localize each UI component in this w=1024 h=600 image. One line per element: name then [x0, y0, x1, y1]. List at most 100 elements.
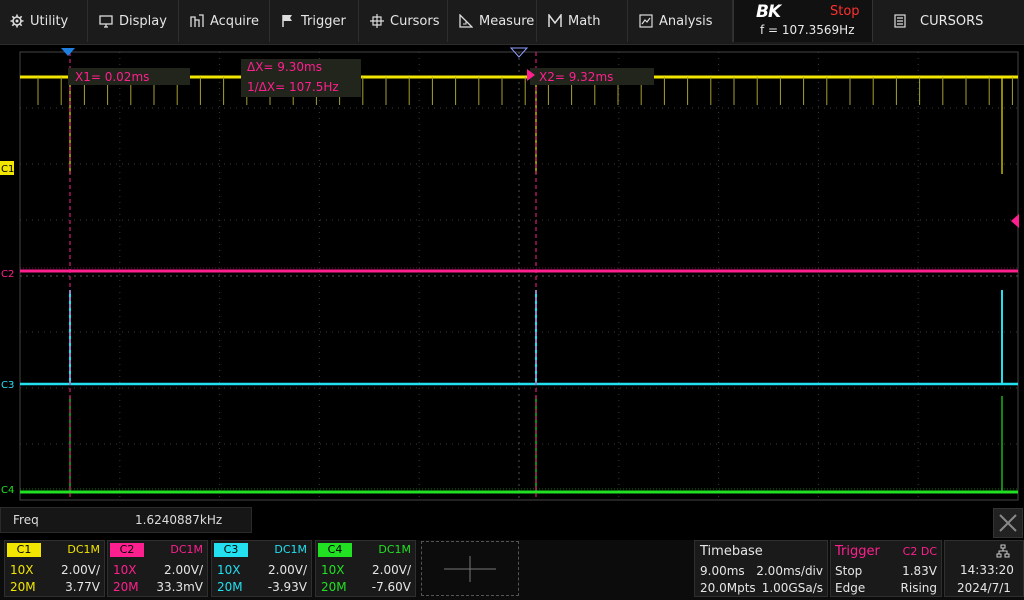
- menu-bar: Utility Display Acquire Trigger Cursors …: [0, 0, 1024, 45]
- channel-c4-coupling: DC1M: [378, 543, 411, 556]
- channel-c2-offset: 33.3mV: [156, 580, 203, 594]
- cursor-x2-readout: X2= 9.32ms: [539, 70, 613, 84]
- channel-c3-probe: 10X: [217, 563, 241, 577]
- measurement-label: Freq: [13, 513, 39, 527]
- cursors-panel-button[interactable]: CURSORS: [876, 0, 1024, 42]
- trigger-panel[interactable]: Trigger C2 DC Stop 1.83V Edge Rising: [830, 540, 942, 597]
- channel-c2-bandwidth: 20M: [113, 580, 139, 594]
- menu-measure[interactable]: Measure: [449, 0, 537, 42]
- run-status-panel[interactable]: BK Stop f = 107.3569Hz: [733, 0, 873, 42]
- channel-c1-scale: 2.00V/: [61, 563, 100, 577]
- menu-analysis-label: Analysis: [659, 13, 713, 29]
- timebase-sample-rate: 1.00GSa/s: [761, 581, 823, 595]
- channel-c2-coupling: DC1M: [170, 543, 203, 556]
- channel-c2-scale: 2.00V/: [164, 563, 203, 577]
- menu-utility[interactable]: Utility: [0, 0, 88, 42]
- menu-acquire-label: Acquire: [210, 13, 259, 29]
- timebase-scale: 2.00ms/div: [756, 564, 823, 578]
- menu-display[interactable]: Display: [89, 0, 179, 42]
- channel-c3-tag: C3: [214, 543, 248, 557]
- channel-c3-panel[interactable]: C3 DC1M 10X 2.00V/ 20M -3.93V: [211, 540, 312, 597]
- channel-marker-c3[interactable]: C3: [1, 380, 14, 391]
- timebase-delay: 9.00ms: [700, 564, 745, 578]
- trigger-level: 1.83V: [902, 564, 937, 578]
- menu-math[interactable]: Math: [538, 0, 628, 42]
- menu-trigger[interactable]: Trigger: [271, 0, 359, 42]
- channel-c2-tag: C2: [110, 543, 144, 557]
- channel-c4-bandwidth: 20M: [321, 580, 347, 594]
- trigger-type: Edge: [835, 581, 866, 595]
- waveform-display[interactable]: X1= 0.02ms X2= 9.32ms ΔX= 9.30ms 1/ΔX= 1…: [0, 44, 1024, 504]
- add-channel-slot[interactable]: [421, 541, 519, 596]
- menu-display-label: Display: [119, 13, 167, 29]
- trigger-state: Stop: [835, 564, 863, 578]
- channel-c3-offset: -3.93V: [267, 580, 307, 594]
- trigger-level-marker[interactable]: [1011, 214, 1019, 228]
- channel-marker-c2-label: C2: [1, 269, 14, 280]
- channel-c1-coupling: DC1M: [67, 543, 100, 556]
- menu-trigger-label: Trigger: [301, 13, 346, 29]
- clock-panel[interactable]: 14:33:20 2024/7/1: [944, 540, 1024, 597]
- run-status: Stop: [830, 4, 860, 19]
- channel-c1-probe: 10X: [10, 563, 34, 577]
- flag-icon: [282, 15, 292, 27]
- channel-c3-bandwidth: 20M: [217, 580, 243, 594]
- cursor-delta-readout: ΔX= 9.30ms: [247, 60, 322, 74]
- channel-marker-c2[interactable]: C2: [1, 269, 14, 280]
- channel-c3-coupling: DC1M: [274, 543, 307, 556]
- channel-c1-tag: C1: [7, 543, 41, 557]
- channel-c4-offset: -7.60V: [371, 580, 411, 594]
- acquire-icon: [190, 14, 204, 27]
- analysis-icon: [639, 14, 653, 28]
- menu-acquire[interactable]: Acquire: [180, 0, 270, 42]
- channel-marker-c4-label: C4: [1, 485, 14, 496]
- channel-c2-probe: 10X: [113, 563, 137, 577]
- ruler-icon: [459, 14, 473, 28]
- channel-c4-tag: C4: [318, 543, 352, 557]
- gear-icon: [10, 14, 24, 28]
- brand-logo: BK: [756, 2, 781, 22]
- channel-c1-offset: 3.77V: [65, 580, 100, 594]
- cursors-panel-label: CURSORS: [920, 13, 984, 29]
- channel-c4-scale: 2.00V/: [372, 563, 411, 577]
- menu-cursors-label: Cursors: [390, 13, 440, 29]
- menu-math-label: Math: [568, 13, 601, 29]
- channel-c3-scale: 2.00V/: [268, 563, 307, 577]
- measurement-freq[interactable]: Freq 1.6240887kHz: [0, 507, 252, 533]
- channel-marker-c4[interactable]: C4: [1, 485, 14, 496]
- close-measurement-button[interactable]: [993, 508, 1023, 538]
- trigger-frequency: f = 107.3569Hz: [760, 23, 855, 37]
- plus-icon: [444, 556, 496, 582]
- channel-c4-probe: 10X: [321, 563, 345, 577]
- channel-c2-panel[interactable]: C2 DC1M 10X 2.00V/ 20M 33.3mV: [107, 540, 208, 597]
- channel-marker-c1-label: C1: [1, 164, 14, 175]
- close-icon: [999, 514, 1017, 532]
- trigger-title: Trigger: [835, 544, 880, 559]
- menu-utility-label: Utility: [30, 13, 69, 29]
- menu-cursors[interactable]: Cursors: [360, 0, 448, 42]
- clock-date: 2024/7/1: [957, 581, 1011, 595]
- measurement-value: 1.6240887kHz: [135, 513, 223, 527]
- network-icon: [996, 544, 1010, 558]
- timebase-title: Timebase: [700, 544, 763, 559]
- monitor-icon: [99, 15, 113, 28]
- crosshair-icon: [370, 14, 384, 28]
- channel-marker-c1[interactable]: C1: [0, 161, 14, 175]
- channel-c4-panel[interactable]: C4 DC1M 10X 2.00V/ 20M -7.60V: [315, 540, 416, 597]
- math-icon: [548, 14, 562, 27]
- channel-c1-bandwidth: 20M: [10, 580, 36, 594]
- channel-c1-panel[interactable]: C1 DC1M 10X 2.00V/ 20M 3.77V: [4, 540, 105, 597]
- clock-time: 14:33:20: [960, 563, 1014, 577]
- graticule: [19, 51, 1019, 501]
- waveform-traces: [20, 75, 1018, 494]
- menu-measure-label: Measure: [479, 13, 535, 29]
- cursor-x1-readout: X1= 0.02ms: [75, 70, 149, 84]
- trigger-slope: Rising: [900, 581, 937, 595]
- trigger-source: C2 DC: [902, 545, 937, 558]
- menu-analysis[interactable]: Analysis: [629, 0, 733, 42]
- channel-marker-c3-label: C3: [1, 380, 14, 391]
- list-icon: [894, 14, 906, 28]
- timebase-panel[interactable]: Timebase 9.00ms 2.00ms/div 20.0Mpts 1.00…: [694, 540, 828, 597]
- cursor-inverse-delta-readout: 1/ΔX= 107.5Hz: [247, 80, 339, 94]
- timebase-points: 20.0Mpts: [700, 581, 756, 595]
